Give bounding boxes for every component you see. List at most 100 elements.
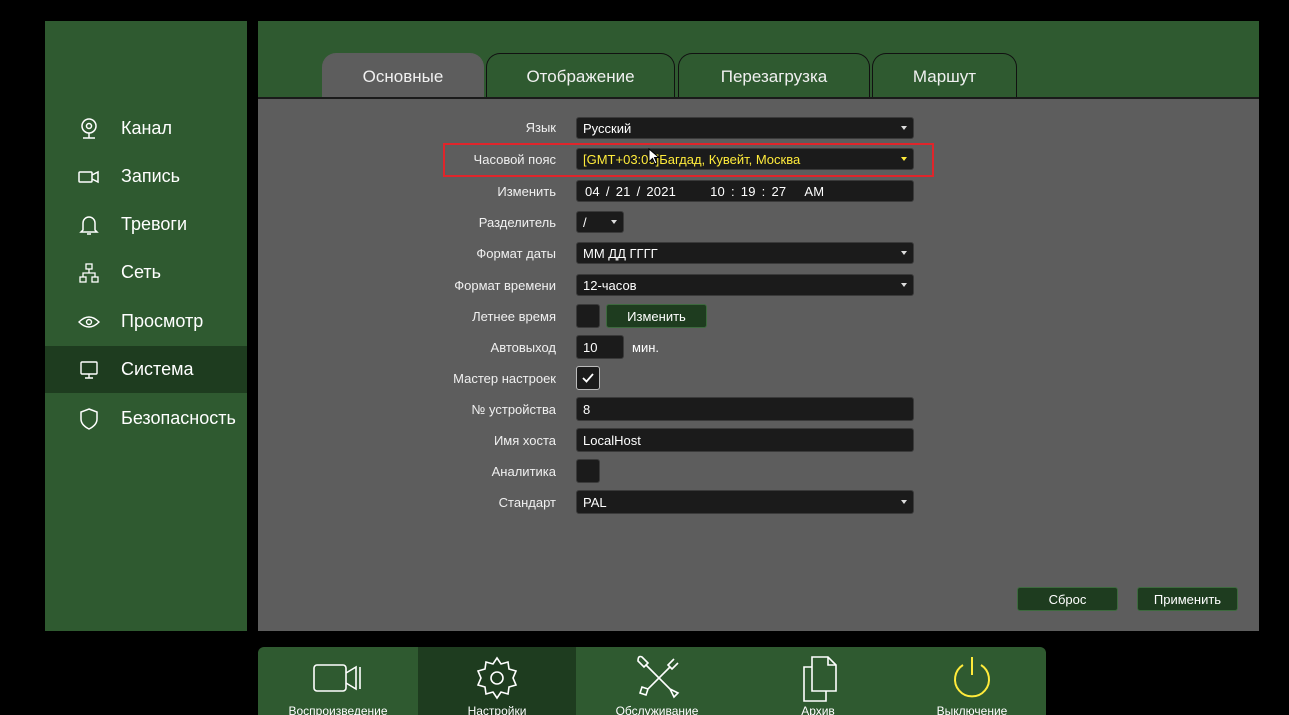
wizard-label: Мастер настроек (453, 371, 556, 386)
device-no-label: № устройства (471, 402, 556, 417)
sidebar-item-label: Сеть (121, 262, 162, 282)
bottom-item-label: Архив (801, 704, 835, 715)
sidebar-item-alarms[interactable]: Тревоги (45, 201, 247, 248)
shield-icon (77, 407, 101, 431)
hour-value[interactable]: 10 (710, 184, 725, 199)
tab-general[interactable]: Основные (322, 53, 484, 100)
bottom-item-label: Выключение (936, 704, 1008, 715)
minute-value[interactable]: 19 (741, 184, 756, 199)
network-icon (77, 261, 101, 285)
sidebar-item-label: Канал (121, 118, 172, 138)
tab-reboot[interactable]: Перезагрузка (678, 53, 870, 99)
time-format-value: 12-часов (583, 277, 637, 293)
bottom-item-settings[interactable]: Настройки (418, 647, 576, 715)
chevron-down-icon (611, 220, 617, 224)
language-label: Язык (525, 120, 556, 135)
time-separator: : (730, 183, 735, 199)
bottom-toolbar: Воспроизведение Настройки Обслуживание А… (258, 647, 1046, 715)
ampm-value[interactable]: AM (804, 184, 824, 199)
bottom-item-label: Настройки (467, 704, 527, 715)
bottom-item-playback[interactable]: Воспроизведение (258, 647, 418, 715)
reset-button[interactable]: Сброс (1017, 587, 1118, 611)
timezone-label: Часовой пояс (473, 152, 556, 167)
eye-icon (77, 310, 101, 334)
tab-label: Перезагрузка (720, 66, 828, 86)
playback-camera-icon (313, 664, 361, 692)
chevron-down-icon (901, 283, 907, 287)
apply-button[interactable]: Применить (1137, 587, 1238, 611)
chevron-down-icon (901, 157, 907, 161)
chevron-down-icon (901, 500, 907, 504)
analytics-label: Аналитика (491, 464, 556, 479)
power-icon (954, 657, 990, 698)
tab-display[interactable]: Отображение (486, 53, 675, 99)
standard-value: PAL (583, 494, 607, 510)
date-format-label: Формат даты (476, 246, 556, 261)
timezone-value: [GMT+03:00]Багдад, Кувейт, Москва (583, 151, 801, 167)
video-record-icon (77, 165, 101, 189)
date-separator: / (636, 183, 641, 199)
bottom-item-label: Воспроизведение (288, 704, 388, 715)
sidebar-item-record[interactable]: Запись (45, 153, 247, 200)
wizard-checkbox[interactable] (576, 366, 600, 390)
mouse-cursor-icon (648, 148, 661, 165)
analytics-checkbox[interactable] (576, 459, 600, 483)
day-value[interactable]: 21 (616, 184, 631, 199)
sidebar-item-channel[interactable]: Канал (45, 105, 247, 152)
hostname-input[interactable]: LocalHost (576, 428, 914, 452)
year-value[interactable]: 2021 (646, 184, 676, 199)
hostname-value: LocalHost (583, 432, 641, 448)
sidebar-item-label: Система (121, 359, 194, 379)
autologout-value: 10 (583, 339, 598, 355)
time-format-label: Формат времени (454, 278, 556, 293)
autologout-input[interactable]: 10 (576, 335, 624, 359)
chevron-down-icon (901, 126, 907, 130)
bell-icon (77, 213, 101, 237)
device-no-input[interactable]: 8 (576, 397, 914, 421)
sidebar-item-label: Безопасность (121, 408, 236, 428)
language-value: Русский (583, 120, 632, 136)
datetime-label: Изменить (497, 184, 556, 199)
date-format-dropdown[interactable]: ММ ДД ГГГГ (576, 242, 914, 264)
month-value[interactable]: 04 (585, 184, 600, 199)
date-format-value: ММ ДД ГГГГ (583, 245, 658, 261)
sidebar-menu: Канал Запись Тревоги Сеть Просмотр Систе… (45, 21, 247, 631)
sidebar-item-system[interactable]: Система (45, 346, 247, 393)
autologout-unit: мин. (632, 340, 659, 355)
bottom-item-shutdown[interactable]: Выключение (898, 647, 1046, 715)
time-format-dropdown[interactable]: 12-часов (576, 274, 914, 296)
tab-label: Отображение (526, 66, 635, 86)
separator-value: / (583, 214, 587, 230)
sidebar-item-label: Тревоги (121, 214, 187, 234)
autologout-label: Автовыход (490, 340, 556, 355)
bottom-item-archive[interactable]: Архив (738, 647, 898, 715)
sidebar-item-security[interactable]: Безопасность (45, 395, 247, 442)
datetime-field[interactable]: 04 / 21 / 2021 10 : 19 : 27 AM (576, 180, 914, 202)
separator-dropdown[interactable]: / (576, 211, 624, 233)
dst-label: Летнее время (472, 309, 556, 324)
timezone-dropdown[interactable]: [GMT+03:00]Багдад, Кувейт, Москва (576, 148, 914, 170)
maintenance-tools-icon (637, 655, 680, 699)
hostname-label: Имя хоста (493, 433, 556, 448)
sidebar-item-label: Просмотр (121, 311, 204, 331)
bottom-item-label: Обслуживание (615, 704, 699, 715)
dst-checkbox[interactable] (576, 304, 600, 328)
checkmark-icon (582, 373, 594, 383)
sidebar-item-label: Запись (121, 166, 181, 186)
dst-edit-button[interactable]: Изменить (606, 304, 707, 328)
sidebar-item-view[interactable]: Просмотр (45, 298, 247, 345)
archive-files-icon (803, 656, 837, 702)
tab-label: Основные (362, 67, 444, 86)
bottom-item-maintenance[interactable]: Обслуживание (576, 647, 738, 715)
time-separator: : (761, 183, 766, 199)
monitor-icon (77, 358, 101, 382)
tab-route[interactable]: Маршут (872, 53, 1017, 99)
language-dropdown[interactable]: Русский (576, 117, 914, 139)
sidebar-item-network[interactable]: Сеть (45, 249, 247, 296)
separator-label: Разделитель (478, 215, 556, 230)
standard-dropdown[interactable]: PAL (576, 490, 914, 514)
second-value[interactable]: 27 (771, 184, 786, 199)
settings-gear-icon (476, 656, 518, 700)
general-settings-content (258, 97, 1259, 631)
tab-label: Маршут (912, 66, 977, 86)
